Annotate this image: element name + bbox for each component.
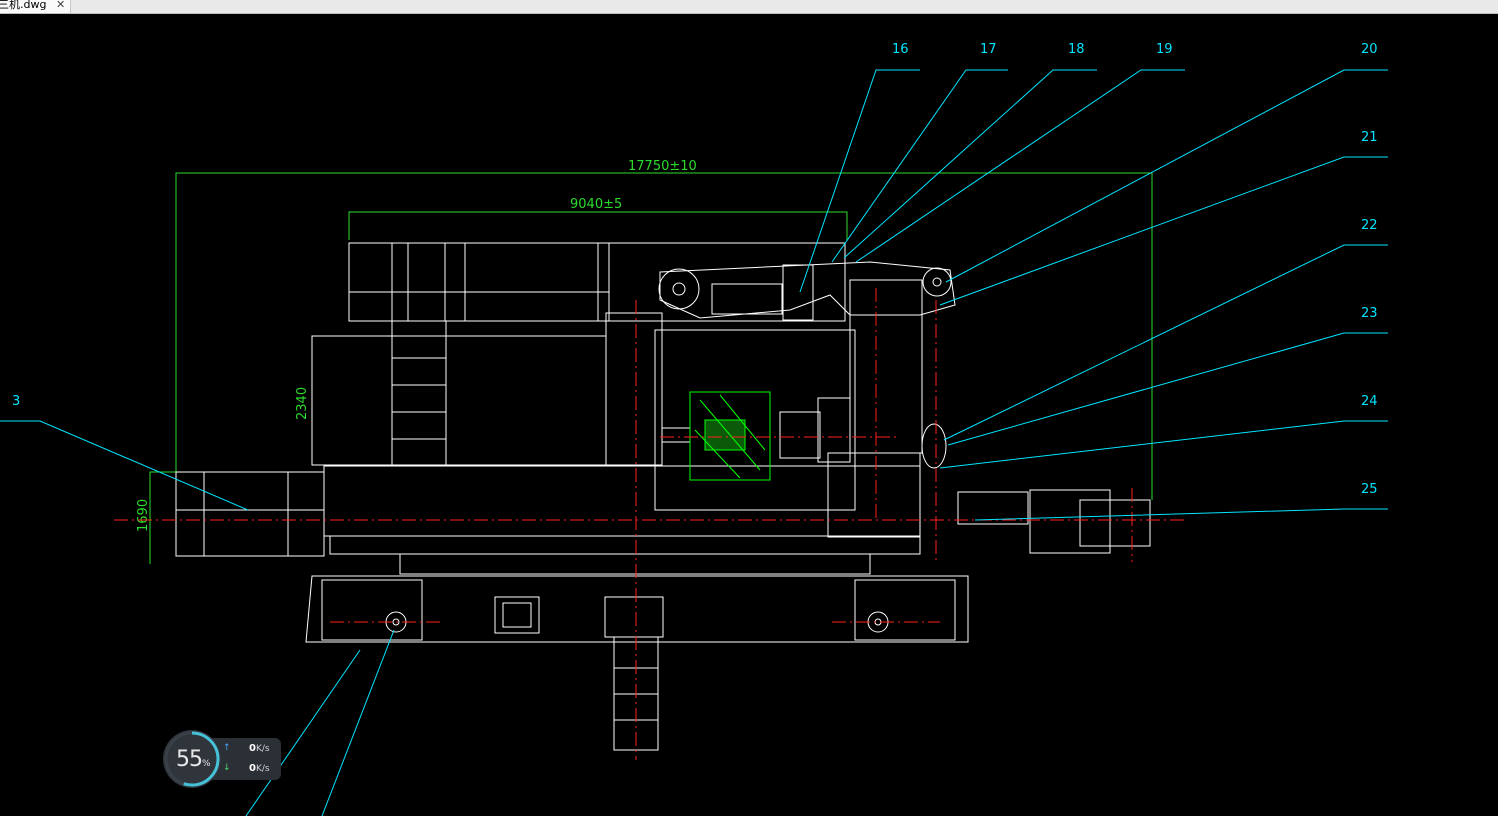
cpu-percent: 55% xyxy=(176,747,211,772)
balloon-label: 20 xyxy=(1361,42,1378,57)
balloon-label: 24 xyxy=(1361,394,1378,409)
network-speed-widget[interactable]: 55% ↑ 0K/s ↓ 0K/s xyxy=(163,730,281,790)
document-tab[interactable]: 三机.dwg ✕ xyxy=(0,0,71,13)
balloon-label: 3 xyxy=(12,394,20,409)
dimension-geometry xyxy=(149,172,1153,564)
dimension-base: 1690 xyxy=(136,499,151,532)
dimension-overall: 17750±10 xyxy=(628,159,697,174)
close-icon[interactable]: ✕ xyxy=(56,0,65,11)
upload-unit: K/s xyxy=(255,744,270,754)
dimension-upper: 9040±5 xyxy=(570,197,622,212)
drawing-canvas[interactable]: 17750±10 9040±5 2340 1690 16 17 18 19 20… xyxy=(0,14,1498,816)
upload-arrow-icon: ↑ xyxy=(223,743,231,753)
download-unit: K/s xyxy=(255,764,270,774)
balloon-label: 18 xyxy=(1068,42,1085,57)
upload-value: 0 xyxy=(249,743,256,754)
gearbox-hatch xyxy=(689,391,771,481)
cpu-percent-unit: % xyxy=(202,759,211,769)
balloon-label: 17 xyxy=(980,42,997,57)
download-value: 0 xyxy=(249,763,256,774)
balloon-label: 23 xyxy=(1361,306,1378,321)
document-tab-bar: 三机.dwg ✕ xyxy=(0,0,1498,14)
leader-lines xyxy=(0,69,1388,816)
balloon-label: 16 xyxy=(892,42,909,57)
download-arrow-icon: ↓ xyxy=(223,763,231,773)
machine-outline xyxy=(175,242,1151,751)
cpu-percent-value: 55 xyxy=(176,747,203,772)
dimension-height: 2340 xyxy=(295,387,310,420)
document-tab-title[interactable]: 三机.dwg xyxy=(0,0,46,11)
balloon-label: 25 xyxy=(1361,482,1378,497)
balloon-label: 19 xyxy=(1156,42,1173,57)
balloon-label: 21 xyxy=(1361,130,1378,145)
balloon-label: 22 xyxy=(1361,218,1378,233)
